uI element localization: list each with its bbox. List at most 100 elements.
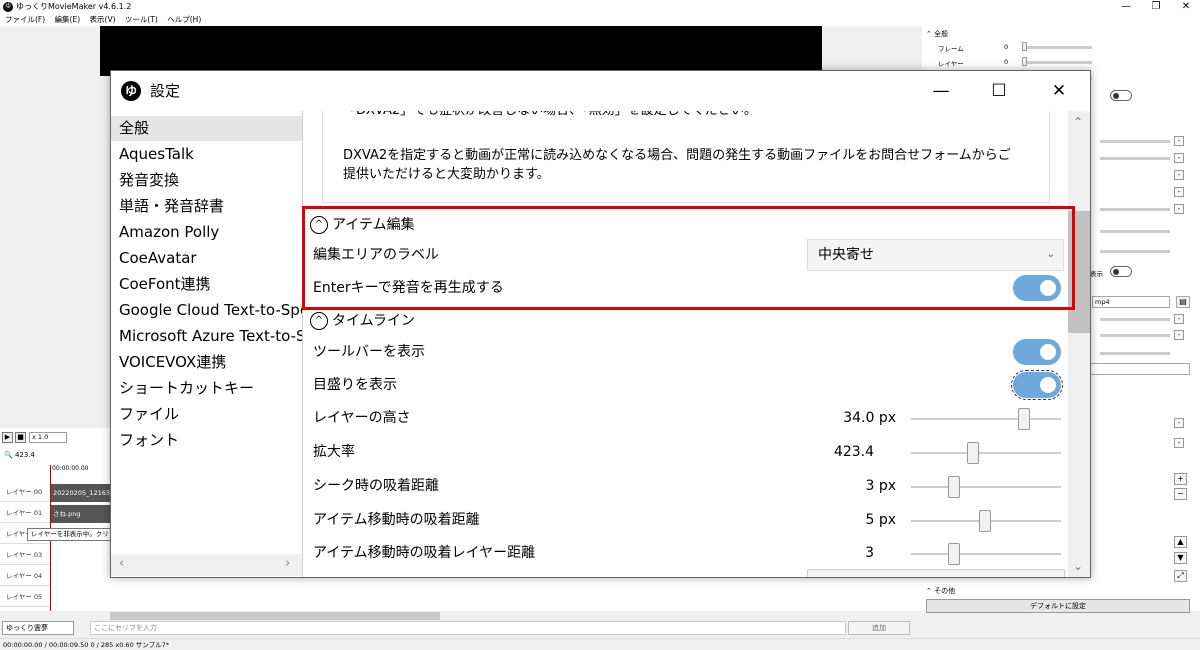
info-text: 提供いただけると大変助かります。 [343, 167, 550, 182]
scroll-left-icon[interactable]: ‹ [119, 556, 124, 571]
slider-11[interactable] [1100, 352, 1170, 355]
layer-header[interactable]: レイヤー 00 [0, 482, 50, 502]
category-list-scrollbar[interactable]: ‹ › [111, 554, 302, 576]
scroll-right-icon[interactable]: › [285, 556, 290, 571]
zoom-slider-thumb[interactable] [967, 442, 979, 464]
category-general[interactable]: 全般 [111, 116, 302, 141]
frame-slider-thumb[interactable] [1022, 42, 1027, 51]
chevron-up-icon[interactable]: ^ [310, 312, 328, 330]
dialog-title-bar[interactable]: ゆ 設定 — ☐ ✕ [111, 71, 1090, 111]
zoom-slider[interactable] [911, 452, 1061, 454]
minus-button[interactable]: - [1174, 136, 1184, 146]
category-coefont[interactable]: CoeFont連携 [111, 272, 302, 297]
frame-slider[interactable] [1022, 46, 1092, 49]
move-down-icon[interactable]: ▼ [1174, 552, 1187, 564]
category-shortcut[interactable]: ショートカットキー [111, 376, 302, 401]
layer-slider[interactable] [1022, 61, 1092, 64]
slider-10[interactable] [1100, 334, 1170, 337]
default-settings-button[interactable]: デフォルトに設定 [926, 599, 1190, 613]
category-pronunciation[interactable]: 発音変換 [111, 168, 302, 193]
playback-speed-select[interactable]: x 1.0 [29, 432, 67, 443]
timeline-section-header[interactable]: ^ タイムライン [310, 311, 415, 331]
minus-button[interactable]: - [1174, 204, 1184, 214]
menu-help[interactable]: ヘルプ(H) [167, 15, 201, 24]
scroll-up-icon[interactable]: ⌃ [1073, 115, 1083, 129]
slider-6[interactable] [1100, 208, 1170, 211]
timeline-zoom[interactable]: 🔍 423.4 [4, 451, 35, 459]
timeline-clip[interactable]: さね.png [50, 505, 110, 523]
category-font[interactable]: フォント [111, 428, 302, 453]
maximize-icon[interactable]: ☐ [977, 77, 1021, 105]
minus-button[interactable]: - [1174, 187, 1184, 197]
slider-8[interactable] [1100, 250, 1170, 253]
zoom-label: 拡大率 [313, 444, 355, 460]
settings-scrollbar[interactable]: ⌃ ⌄ [1068, 111, 1090, 577]
category-aquestalk[interactable]: AquesTalk [111, 142, 302, 167]
category-dictionary[interactable]: 単語・発音辞書 [111, 194, 302, 219]
stop-icon[interactable]: ■ [15, 432, 26, 443]
speaker-select[interactable]: ゆっくり霊夢 [2, 621, 74, 635]
slider-7[interactable] [1100, 230, 1170, 233]
layer-header[interactable]: レイヤー 05 [0, 587, 50, 607]
minus-button[interactable]: - [1174, 170, 1184, 180]
layer-height-slider[interactable] [911, 418, 1061, 420]
other-section-header[interactable]: ⌃ その他 [926, 586, 955, 596]
minus-button[interactable]: - [1174, 314, 1184, 324]
remove-layer-icon[interactable]: − [1174, 488, 1187, 500]
minus-button[interactable]: - [1174, 153, 1184, 163]
minimize-icon[interactable]: — [1112, 0, 1140, 14]
slider-4[interactable] [1100, 140, 1170, 143]
seek-snap-label: シーク時の吸着距離 [313, 478, 439, 494]
minimize-icon[interactable]: — [919, 77, 963, 105]
layer-header[interactable]: レイヤー 01 [0, 503, 50, 523]
item-snap-slider-thumb[interactable] [979, 510, 991, 532]
category-file[interactable]: ファイル [111, 402, 302, 427]
toggle-1[interactable] [1110, 90, 1132, 101]
serif-input[interactable]: ここにセリフを入力 [90, 621, 846, 635]
slider-9[interactable] [1100, 318, 1170, 321]
menu-edit[interactable]: 編集(E) [55, 15, 81, 24]
play-icon[interactable]: ▶ [2, 432, 13, 443]
layer-label: レイヤー [938, 60, 964, 68]
close-icon[interactable]: ✕ [1037, 77, 1081, 105]
show-toolbar-toggle[interactable] [1013, 339, 1061, 365]
maximize-icon[interactable]: ❐ [1142, 0, 1170, 14]
folder-icon[interactable]: ▤ [1176, 296, 1190, 308]
general-section-header[interactable]: ⌃ 全般 [926, 29, 948, 39]
seek-snap-slider-thumb[interactable] [948, 476, 960, 498]
close-icon[interactable]: ✕ [1172, 0, 1200, 14]
category-google-tts[interactable]: Google Cloud Text-to-Speech [111, 298, 302, 323]
layer-height-label: レイヤーの高さ [313, 410, 411, 426]
category-coeavatar[interactable]: CoeAvatar [111, 246, 302, 271]
seek-snap-slider[interactable] [911, 486, 1061, 488]
toggle-2[interactable] [1110, 266, 1132, 277]
video-preview[interactable] [100, 26, 822, 76]
scroll-down-icon[interactable]: ⌄ [1073, 559, 1083, 573]
add-serif-button[interactable]: 追加 [848, 621, 910, 635]
minus-button[interactable]: - [1174, 438, 1184, 448]
layer-height-slider-thumb[interactable] [1018, 408, 1030, 430]
menu-file[interactable]: ファイル(F) [5, 15, 45, 24]
timeline-clip[interactable]: 20220205_12163 [50, 484, 110, 502]
menu-view[interactable]: 表示(V) [90, 15, 116, 24]
layer-slider-thumb[interactable] [1022, 57, 1027, 66]
add-layer-icon[interactable]: + [1174, 473, 1187, 485]
category-azure-tts[interactable]: Microsoft Azure Text-to-Speech [111, 324, 302, 349]
text-field[interactable] [1090, 363, 1190, 375]
move-up-icon[interactable]: ▲ [1174, 536, 1187, 548]
layer-header[interactable]: レイヤー 03 [0, 545, 50, 565]
show-ticks-toggle[interactable] [1011, 370, 1063, 400]
minus-button[interactable]: - [1174, 330, 1184, 340]
expand-icon[interactable]: ⤢ [1174, 570, 1187, 582]
minus-button[interactable]: - [1174, 418, 1184, 428]
timeline-scrollbar-thumb[interactable] [110, 612, 440, 620]
layer-snap-slider-thumb[interactable] [948, 543, 960, 565]
category-amazon-polly[interactable]: Amazon Polly [111, 220, 302, 245]
menu-tools[interactable]: ツール(T) [125, 15, 158, 24]
slider-5[interactable] [1100, 157, 1170, 160]
file-format-select[interactable]: mp4 [1092, 296, 1170, 308]
layer-snap-slider[interactable] [911, 553, 1061, 555]
next-control[interactable] [807, 569, 1065, 577]
category-voicevox[interactable]: VOICEVOX連携 [111, 350, 302, 375]
layer-header[interactable]: レイヤー 04 [0, 566, 50, 586]
